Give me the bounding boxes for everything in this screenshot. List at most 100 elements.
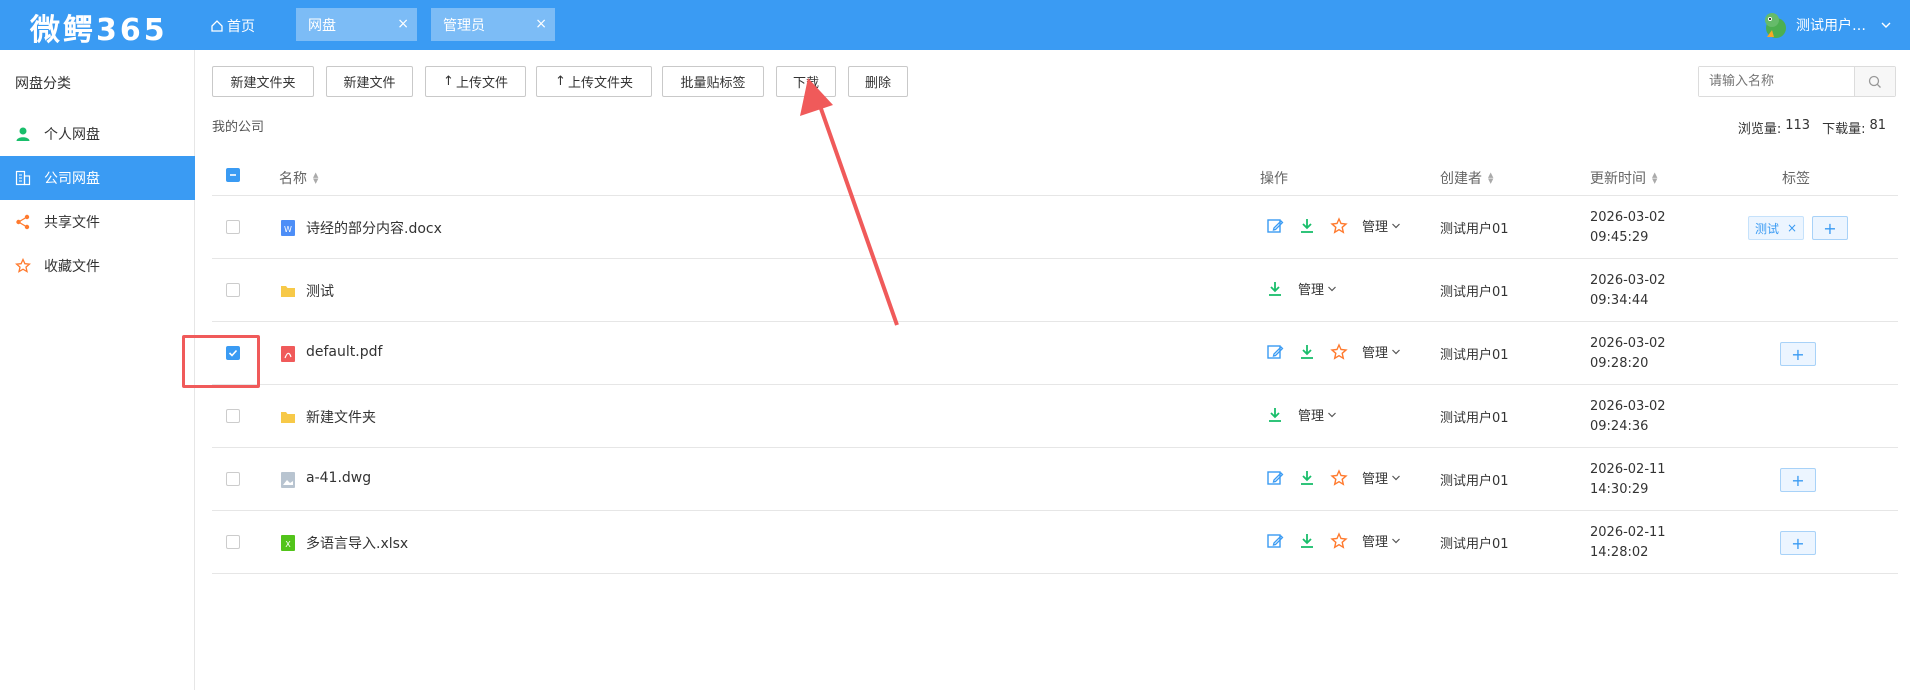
close-icon[interactable]: × [1787,221,1797,235]
sidebar: 网盘分类 个人网盘 公司网盘 共享文件 收藏文件 [0,50,195,690]
column-label: 操作 [1260,171,1288,187]
delete-button[interactable]: 删除 [848,66,908,97]
download-icon[interactable] [1298,217,1316,235]
search-input[interactable] [1699,67,1854,96]
updated-time: 2026-03-02 09:24:36 [1590,397,1666,437]
date: 2026-03-02 [1590,336,1666,351]
search-button[interactable] [1854,67,1895,96]
row-actions: 管理 [1266,279,1337,298]
tag-chip[interactable]: 测试 × [1748,216,1805,240]
sidebar-item-label: 公司网盘 [44,171,100,187]
table-row[interactable]: default.pdf 管理 测试用户01 2026-03-02 09:28:20… [212,322,1898,385]
table-row[interactable]: 测试 管理 测试用户01 2026-03-02 09:34:44 [212,259,1898,322]
manage-dropdown[interactable]: 管理 [1362,468,1401,487]
home-label: 首页 [227,19,255,35]
close-icon[interactable]: × [397,16,409,32]
user-menu[interactable]: 测试用户… [1760,10,1892,40]
download-icon[interactable] [1266,280,1284,298]
tag-label: 测试 [1755,221,1780,236]
file-name[interactable]: 多语言导入.xlsx [306,533,408,553]
creator: 测试用户01 [1440,285,1509,300]
file-name[interactable]: 诗经的部分内容.docx [306,218,442,238]
download-icon[interactable] [1298,469,1316,487]
column-creator[interactable]: 创建者 ▲ ▼ [1440,168,1493,188]
upload-file-button[interactable]: ↑ 上传文件 [425,66,526,97]
row-actions: 管理 [1266,342,1401,361]
manage-dropdown[interactable]: 管理 [1362,531,1401,550]
breadcrumb: 我的公司 [212,120,265,135]
search-bar [1698,66,1896,97]
updated-time: 2026-03-02 09:45:29 [1590,208,1666,248]
pdf-file-icon [281,346,295,362]
creator: 测试用户01 [1440,348,1509,363]
column-name[interactable]: 名称 ▲ ▼ [279,168,318,188]
tab-admin[interactable]: 管理员 × [431,8,555,41]
row-checkbox[interactable] [226,472,240,486]
folder-icon [281,286,295,297]
sidebar-item-shared[interactable]: 共享文件 [0,200,195,244]
table-row[interactable]: 新建文件夹 管理 测试用户01 2026-03-02 09:24:36 [212,385,1898,448]
upload-icon: ↑ [555,74,566,89]
manage-dropdown[interactable]: 管理 [1298,279,1337,298]
clock-time: 09:24:36 [1590,419,1649,434]
edit-icon[interactable] [1266,532,1284,550]
sort-icon: ▲ ▼ [1488,171,1494,185]
manage-label: 管理 [1362,472,1389,487]
date: 2026-02-11 [1590,462,1666,477]
manage-dropdown[interactable]: 管理 [1298,405,1337,424]
upload-file-label: 上传文件 [455,76,508,91]
sidebar-item-label: 个人网盘 [44,127,100,143]
tab-netdisk[interactable]: 网盘 × [296,8,417,41]
tab-label: 网盘 [308,17,336,34]
table-row[interactable]: X 多语言导入.xlsx 管理 测试用户01 2026-02-11 14:28:0… [212,511,1898,574]
batch-tag-button[interactable]: 批量贴标签 [662,66,764,97]
user-icon [14,125,32,143]
download-icon[interactable] [1298,532,1316,550]
file-name[interactable]: 测试 [306,281,334,301]
manage-label: 管理 [1298,283,1325,298]
updated-time: 2026-02-11 14:28:02 [1590,523,1666,563]
star-icon [14,257,32,275]
edit-icon[interactable] [1266,343,1284,361]
file-name[interactable]: a-41.dwg [306,470,371,486]
user-name: 测试用户… [1796,18,1866,34]
sidebar-item-personal[interactable]: 个人网盘 [0,112,195,156]
minus-icon [230,174,236,176]
row-checkbox[interactable] [226,220,240,234]
edit-icon[interactable] [1266,217,1284,235]
add-tag-button[interactable]: + [1812,216,1848,240]
star-icon[interactable] [1330,216,1348,235]
sidebar-item-company[interactable]: 公司网盘 [0,156,195,200]
table-row[interactable]: a-41.dwg 管理 测试用户01 2026-02-11 14:30:29 + [212,448,1898,511]
home-link[interactable]: 首页 [210,16,255,36]
star-icon[interactable] [1330,342,1348,361]
new-file-button[interactable]: 新建文件 [326,66,413,97]
new-folder-button[interactable]: 新建文件夹 [212,66,314,97]
table-row[interactable]: W 诗经的部分内容.docx 管理 测试用户01 2026-03-02 09:45… [212,196,1898,259]
close-icon[interactable]: × [535,16,547,32]
upload-folder-button[interactable]: ↑ 上传文件夹 [536,66,652,97]
download-icon[interactable] [1266,406,1284,424]
file-name[interactable]: 新建文件夹 [306,407,376,427]
add-tag-button[interactable]: + [1780,468,1816,492]
select-all-checkbox[interactable] [226,168,240,182]
edit-icon[interactable] [1266,469,1284,487]
file-name[interactable]: default.pdf [306,344,382,360]
row-checkbox[interactable] [226,535,240,549]
sidebar-item-favorites[interactable]: 收藏文件 [0,244,195,288]
row-checkbox[interactable] [226,409,240,423]
manage-dropdown[interactable]: 管理 [1362,342,1401,361]
column-updated[interactable]: 更新时间 ▲ ▼ [1590,168,1657,188]
star-icon[interactable] [1330,468,1348,487]
excel-file-icon: X [281,535,295,551]
top-bar: 微鳄365 首页 网盘 × 管理员 × 测试用户… [0,0,1910,50]
download-icon[interactable] [1298,343,1316,361]
date: 2026-03-02 [1590,273,1666,288]
add-tag-button[interactable]: + [1780,531,1816,555]
download-button[interactable]: 下载 [776,66,836,97]
add-tag-button[interactable]: + [1780,342,1816,366]
avatar [1765,13,1786,38]
row-checkbox[interactable] [226,283,240,297]
manage-dropdown[interactable]: 管理 [1362,216,1401,235]
star-icon[interactable] [1330,531,1348,550]
